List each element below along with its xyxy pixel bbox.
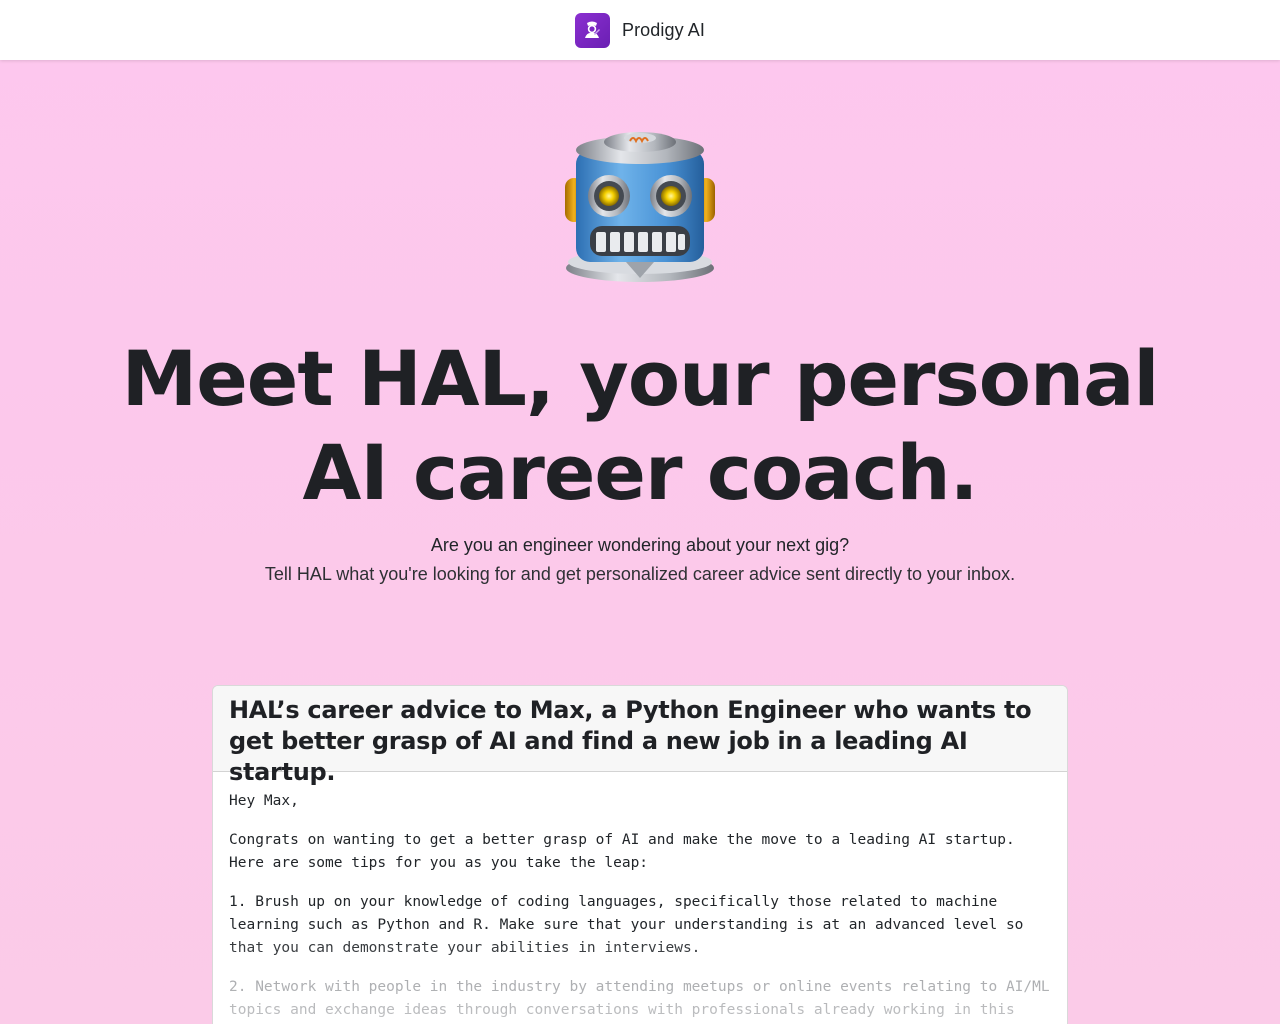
- headline-line-2: AI career coach.: [302, 428, 979, 517]
- top-navbar: Prodigy AI: [0, 0, 1280, 60]
- robot-emoji-icon: [560, 128, 720, 288]
- advice-intro: Congrats on wanting to get a better gras…: [229, 832, 1015, 871]
- headline-line-1: Meet HAL, your personal: [121, 334, 1160, 423]
- advice-greeting: Hey Max,: [229, 793, 299, 809]
- brand-name: Prodigy AI: [621, 19, 706, 40]
- prodigy-logo-icon: [574, 12, 610, 48]
- hero-headline: Meet HAL, your personal AI career coach.: [0, 332, 1280, 520]
- example-advice-card: HAL’s career advice to Max, a Python Eng…: [212, 685, 1068, 1024]
- card-header: HAL’s career advice to Max, a Python Eng…: [213, 686, 1067, 786]
- card-body: Hey Max, Congrats on wanting to get a be…: [213, 772, 1067, 1022]
- hero-description: Tell HAL what you're looking for and get…: [264, 564, 1016, 584]
- hero-subtitle: Are you an engineer wondering about your…: [430, 535, 850, 555]
- brand-link[interactable]: Prodigy AI: [574, 12, 706, 48]
- advice-tip-1: 1. Brush up on your knowledge of coding …: [229, 894, 1024, 956]
- advice-tip-2: 2. Network with people in the industry b…: [229, 979, 1050, 1018]
